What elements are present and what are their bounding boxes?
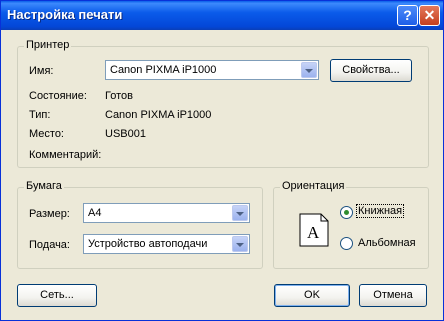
paper-source-value: Устройство автоподачи — [88, 238, 208, 250]
printer-name-label: Имя: — [29, 65, 54, 77]
orientation-group-title: Ориентация — [280, 180, 347, 192]
printer-name-select[interactable]: Canon PIXMA iP1000 — [105, 60, 319, 80]
paper-group-title: Бумага — [24, 180, 64, 192]
portrait-label[interactable]: Книжная — [356, 204, 405, 218]
close-button[interactable]: ✕ — [419, 5, 440, 26]
chevron-down-icon[interactable] — [301, 62, 317, 78]
paper-size-label: Размер: — [29, 208, 70, 220]
paper-source-select[interactable]: Устройство автоподачи — [83, 234, 250, 254]
network-button[interactable]: Сеть... — [17, 284, 97, 307]
status-value: Готов — [105, 90, 133, 102]
where-label: Место: — [29, 128, 64, 140]
comment-label: Комментарий: — [29, 149, 102, 161]
chevron-down-icon[interactable] — [232, 205, 248, 221]
title-bar: Настройка печати ? ✕ — [1, 1, 443, 30]
close-icon: ✕ — [423, 7, 436, 23]
print-setup-dialog: Настройка печати ? ✕ Принтер Имя: Canon … — [0, 0, 444, 321]
type-value: Canon PIXMA iP1000 — [105, 109, 212, 121]
ok-button[interactable]: OK — [274, 284, 350, 307]
landscape-radio[interactable] — [340, 237, 353, 250]
where-value: USB001 — [105, 128, 146, 140]
type-label: Тип: — [29, 109, 51, 121]
paper-group: Бумага — [17, 180, 263, 269]
paper-size-select[interactable]: A4 — [83, 203, 250, 223]
help-icon: ? — [403, 7, 412, 23]
printer-group-title: Принтер — [24, 39, 72, 51]
properties-button[interactable]: Свойства... — [330, 59, 412, 82]
page-letter: A — [307, 223, 320, 242]
status-label: Состояние: — [29, 90, 87, 102]
orientation-group: Ориентация — [273, 180, 429, 269]
page-icon: A — [299, 213, 329, 247]
help-button[interactable]: ? — [397, 5, 418, 26]
portrait-radio[interactable] — [340, 206, 353, 219]
portrait-preview-icon: A — [299, 213, 329, 247]
paper-size-value: A4 — [88, 207, 102, 219]
window-title: Настройка печати — [7, 7, 123, 22]
paper-source-label: Подача: — [29, 239, 70, 251]
chevron-down-icon[interactable] — [232, 236, 248, 252]
landscape-label: Альбомная — [358, 237, 416, 249]
printer-name-value: Canon PIXMA iP1000 — [110, 64, 217, 76]
cancel-button[interactable]: Отмена — [359, 284, 427, 307]
